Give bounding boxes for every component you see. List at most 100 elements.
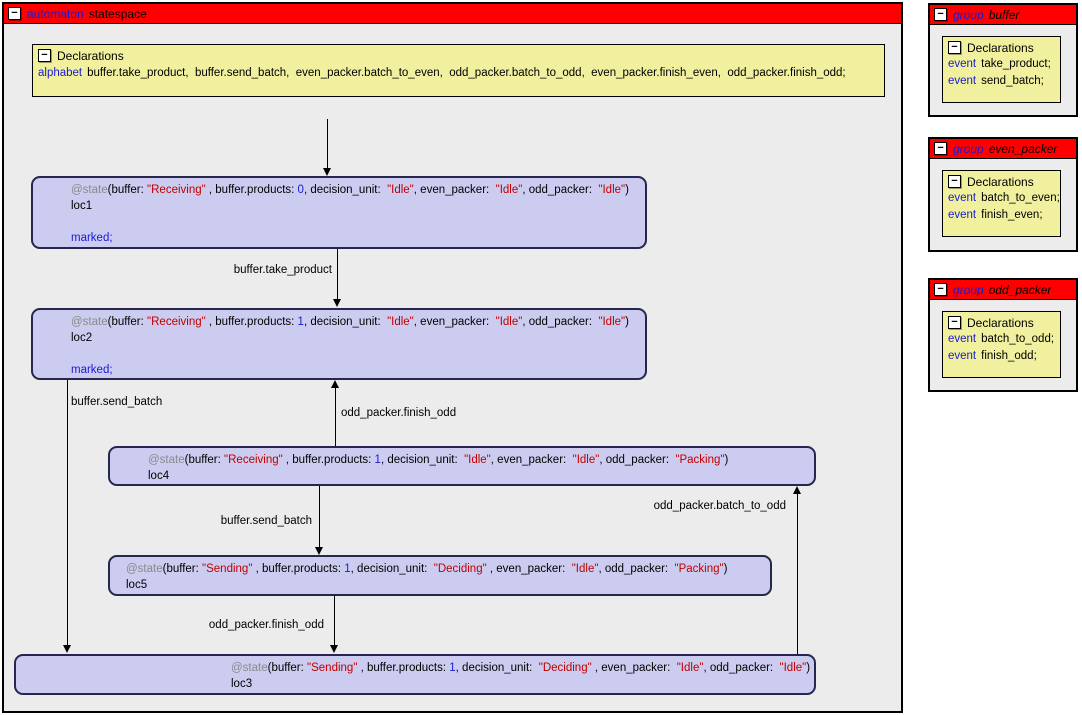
automaton-name: statespace bbox=[89, 7, 147, 21]
event-name: batch_to_even; bbox=[981, 192, 1060, 204]
declarations-box: − Declarations eventbatch_to_even; event… bbox=[942, 170, 1061, 237]
state-properties: @state(buffer: "Sending" , buffer.produc… bbox=[126, 561, 770, 577]
alphabet-events: buffer.take_product, buffer.send_batch, … bbox=[87, 67, 846, 79]
state-name: loc4 bbox=[148, 468, 814, 484]
spacer bbox=[71, 346, 645, 362]
group-name: even_packer bbox=[989, 142, 1058, 156]
declarations-box: − Declarations alphabet buffer.take_produ… bbox=[32, 44, 885, 97]
event-keyword: event bbox=[948, 58, 976, 70]
transition-line-loc4-loc5 bbox=[319, 486, 320, 548]
arrowhead-icon bbox=[333, 299, 341, 307]
group-panel-even-packer: − group even_packer − Declarations eventb… bbox=[928, 137, 1078, 252]
state-properties: @state(buffer: "Receiving" , buffer.prod… bbox=[71, 182, 645, 198]
automaton-titlebar: − automaton statespace bbox=[4, 4, 901, 24]
spacer bbox=[71, 214, 645, 230]
arrowhead-icon bbox=[315, 547, 323, 555]
collapse-icon[interactable]: − bbox=[934, 142, 947, 155]
collapse-icon[interactable]: − bbox=[38, 49, 51, 62]
state-node-loc3[interactable]: @state(buffer: "Sending" , buffer.produc… bbox=[14, 654, 816, 695]
event-name: take_product; bbox=[981, 58, 1051, 70]
group-title: group odd_packer bbox=[953, 283, 1051, 297]
transition-label: odd_packer.finish_odd bbox=[341, 407, 456, 419]
group-titlebar: − group buffer bbox=[930, 5, 1076, 25]
arrowhead-icon bbox=[63, 645, 71, 653]
state-properties: @state(buffer: "Sending" , buffer.produc… bbox=[231, 660, 814, 676]
event-declaration: event finish_even; bbox=[948, 207, 1055, 224]
initial-arrowhead-icon bbox=[323, 168, 331, 176]
event-keyword: event bbox=[948, 209, 976, 221]
state-node-loc5[interactable]: @state(buffer: "Sending" , buffer.produc… bbox=[108, 555, 772, 596]
transition-line-loc2-loc3 bbox=[67, 380, 68, 646]
state-properties: @state(buffer: "Receiving" , buffer.prod… bbox=[71, 314, 645, 330]
transition-line-loc5-loc3 bbox=[334, 596, 335, 646]
state-name: loc2 bbox=[71, 330, 645, 346]
collapse-icon[interactable]: − bbox=[8, 7, 21, 20]
transition-label: buffer.take_product bbox=[186, 264, 332, 276]
alphabet-keyword: alphabet bbox=[38, 67, 82, 79]
event-name: send_batch; bbox=[981, 75, 1044, 87]
event-keyword: event bbox=[948, 333, 976, 345]
transition-line-loc1-loc2 bbox=[337, 249, 338, 300]
arrowhead-icon bbox=[793, 486, 801, 494]
transition-label: buffer.send_batch bbox=[71, 396, 162, 408]
state-node-loc4[interactable]: @state(buffer: "Receiving" , buffer.prod… bbox=[108, 446, 816, 486]
state-properties: @state(buffer: "Receiving" , buffer.prod… bbox=[148, 452, 814, 468]
state-node-loc1[interactable]: @state(buffer: "Receiving" , buffer.prod… bbox=[31, 176, 647, 249]
automaton-keyword: automaton bbox=[27, 7, 84, 21]
declarations-label: Declarations bbox=[57, 49, 124, 63]
state-node-loc2[interactable]: @state(buffer: "Receiving" , buffer.prod… bbox=[31, 308, 647, 380]
declarations-box: − Declarations event batch_to_odd; eventf… bbox=[942, 311, 1061, 378]
event-declaration: event take_product; bbox=[948, 56, 1055, 73]
group-titlebar: − group even_packer bbox=[930, 139, 1076, 159]
group-keyword: group bbox=[953, 142, 984, 156]
transition-line-loc3-loc4 bbox=[797, 494, 798, 654]
panel-title: automaton statespace bbox=[27, 7, 147, 21]
event-declaration: event send_batch; bbox=[948, 73, 1055, 90]
state-marked: marked; bbox=[71, 230, 645, 246]
declarations-header: − Declarations bbox=[38, 47, 879, 64]
event-name: finish_even; bbox=[981, 209, 1042, 221]
declarations-label: Declarations bbox=[967, 316, 1034, 330]
declarations-label: Declarations bbox=[967, 175, 1034, 189]
group-keyword: group bbox=[953, 283, 984, 297]
arrowhead-icon bbox=[330, 645, 338, 653]
state-name: loc5 bbox=[126, 577, 770, 593]
declarations-header: − Declarations bbox=[948, 39, 1055, 56]
event-declaration: eventbatch_to_even; bbox=[948, 190, 1055, 207]
collapse-icon[interactable]: − bbox=[934, 8, 947, 21]
declarations-header: − Declarations bbox=[948, 314, 1055, 331]
transition-line-loc4-loc2 bbox=[335, 388, 336, 446]
group-title: group buffer bbox=[953, 8, 1019, 22]
event-declaration: eventfinish_odd; bbox=[948, 348, 1055, 365]
event-keyword: event bbox=[948, 75, 976, 87]
event-keyword: event bbox=[948, 192, 976, 204]
state-marked: marked; bbox=[71, 362, 645, 378]
group-panel-buffer: − group buffer − Declarations event take_p… bbox=[928, 3, 1078, 117]
state-name: loc3 bbox=[231, 676, 814, 692]
statespace-canvas: − automaton statespace − Declarations alp… bbox=[0, 0, 1082, 715]
declarations-header: − Declarations bbox=[948, 173, 1055, 190]
event-keyword: event bbox=[948, 350, 976, 362]
initial-arrow-line bbox=[327, 119, 328, 169]
arrowhead-icon bbox=[331, 380, 339, 388]
declarations-box: − Declarations event take_product; events… bbox=[942, 36, 1061, 103]
collapse-icon[interactable]: − bbox=[934, 283, 947, 296]
transition-label: buffer.send_batch bbox=[164, 515, 312, 527]
transition-label: odd_packer.batch_to_odd bbox=[624, 500, 786, 512]
group-keyword: group bbox=[953, 8, 984, 22]
event-declaration: event batch_to_odd; bbox=[948, 331, 1055, 348]
automaton-panel: − automaton statespace − Declarations alp… bbox=[2, 2, 903, 713]
collapse-icon[interactable]: − bbox=[948, 41, 961, 54]
declarations-label: Declarations bbox=[967, 41, 1034, 55]
group-title: group even_packer bbox=[953, 142, 1057, 156]
transition-label: odd_packer.finish_odd bbox=[174, 619, 324, 631]
group-panel-odd-packer: − group odd_packer − Declarations eventba… bbox=[928, 278, 1078, 392]
state-name: loc1 bbox=[71, 198, 645, 214]
group-name: buffer bbox=[989, 8, 1020, 22]
collapse-icon[interactable]: − bbox=[948, 316, 961, 329]
group-name: odd_packer bbox=[989, 283, 1052, 297]
group-titlebar: − group odd_packer bbox=[930, 280, 1076, 300]
event-name: batch_to_odd; bbox=[981, 333, 1054, 345]
collapse-icon[interactable]: − bbox=[948, 175, 961, 188]
alphabet-declaration: alphabet buffer.take_product, buffer.send… bbox=[38, 67, 879, 79]
